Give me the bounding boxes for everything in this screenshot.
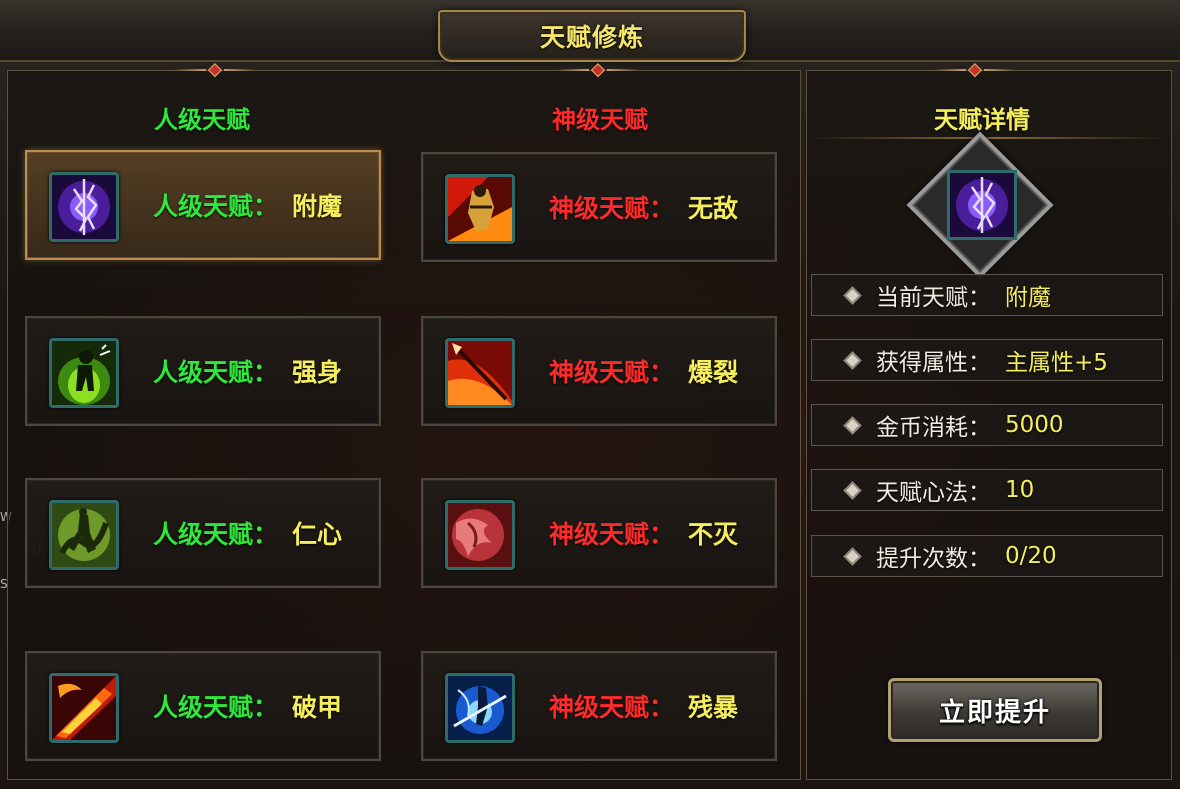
talent-prefix: 神级天赋： <box>549 693 675 722</box>
stat-label: 获得属性： <box>876 350 991 376</box>
detail-header: 天赋详情 <box>934 106 1030 134</box>
diamond-bullet-icon <box>843 415 862 435</box>
divine-talent-card-brutal[interactable]: 神级天赋： 残暴 <box>421 651 777 761</box>
diamond-bullet-icon <box>843 285 862 305</box>
talent-name: 残暴 <box>688 693 739 722</box>
stat-label: 提升次数： <box>876 546 991 572</box>
human-talent-card-armor-break[interactable]: 人级天赋： 破甲 <box>25 651 381 761</box>
stat-row-talent-manual: 天赋心法： 10 <box>811 469 1163 511</box>
detail-header-rule <box>810 137 1168 139</box>
ornament-right <box>930 62 1020 78</box>
lightning-sword-icon <box>49 172 119 242</box>
stat-row-attribute: 获得属性： 主属性+5 <box>811 339 1163 381</box>
talent-name: 不灭 <box>688 520 739 549</box>
ornament-left <box>170 62 260 78</box>
talent-name: 仁心 <box>292 520 343 549</box>
stat-label: 当前天赋： <box>876 285 991 311</box>
stat-row-current-talent: 当前天赋： 附魔 <box>811 274 1163 316</box>
talent-prefix: 人级天赋： <box>153 358 279 387</box>
talent-name: 无敌 <box>688 194 739 223</box>
talent-name: 强身 <box>292 358 343 387</box>
ornament-middle <box>553 62 643 78</box>
upgrade-button-label: 立即提升 <box>938 697 1051 728</box>
talent-name: 爆裂 <box>688 358 739 387</box>
divine-talent-header: 神级天赋 <box>552 106 648 134</box>
talent-prefix: 人级天赋： <box>153 192 279 221</box>
talent-window: 天赋修炼 W D S 人级天赋 神级天赋 天赋详情 人级天赋： 附魔 人级天赋：… <box>0 0 1180 789</box>
golden-warrior-icon <box>445 174 515 244</box>
stat-row-upgrade-count: 提升次数： 0/20 <box>811 535 1163 577</box>
human-talent-card-benevolence[interactable]: 人级天赋： 仁心 <box>25 478 381 588</box>
stat-value: 0/20 <box>1005 543 1057 569</box>
talent-name: 破甲 <box>292 693 343 722</box>
talent-prefix: 神级天赋： <box>549 358 675 387</box>
talent-prefix: 神级天赋： <box>549 194 675 223</box>
stat-value: 5000 <box>1005 412 1064 438</box>
window-title: 天赋修炼 <box>539 23 644 52</box>
human-talent-card-enchant[interactable]: 人级天赋： 附魔 <box>25 150 381 260</box>
talent-name: 附魔 <box>292 192 343 221</box>
diamond-bullet-icon <box>843 546 862 566</box>
divine-talent-card-burst[interactable]: 神级天赋： 爆裂 <box>421 316 777 426</box>
selected-talent-icon-frame <box>906 131 1054 279</box>
human-talent-header: 人级天赋 <box>154 106 250 134</box>
talent-prefix: 神级天赋： <box>549 520 675 549</box>
stat-value: 附魔 <box>1005 285 1051 311</box>
title-bar: 天赋修炼 <box>0 0 1180 62</box>
divine-talent-card-invincible[interactable]: 神级天赋： 无敌 <box>421 152 777 262</box>
stat-label: 天赋心法： <box>876 480 991 506</box>
fire-slash-icon <box>49 673 119 743</box>
talent-prefix: 人级天赋： <box>153 693 279 722</box>
green-aura-figure-icon <box>49 338 119 408</box>
title-plate: 天赋修炼 <box>438 10 746 62</box>
stat-value: 主属性+5 <box>1005 350 1108 376</box>
talent-prefix: 人级天赋： <box>153 520 279 549</box>
diamond-bullet-icon <box>843 480 862 500</box>
red-beast-icon <box>445 500 515 570</box>
stat-value: 10 <box>1005 477 1035 503</box>
upgrade-now-button[interactable]: 立即提升 <box>888 678 1102 742</box>
diamond-bullet-icon <box>843 350 862 370</box>
lightning-sword-icon <box>947 170 1017 240</box>
blue-swordsman-icon <box>445 673 515 743</box>
stat-label: 金币消耗： <box>876 415 991 441</box>
stat-row-gold-cost: 金币消耗： 5000 <box>811 404 1163 446</box>
human-talent-card-strengthen[interactable]: 人级天赋： 强身 <box>25 316 381 426</box>
dragon-dancer-icon <box>49 500 119 570</box>
fire-spear-icon <box>445 338 515 408</box>
divine-talent-card-immortal[interactable]: 神级天赋： 不灭 <box>421 478 777 588</box>
